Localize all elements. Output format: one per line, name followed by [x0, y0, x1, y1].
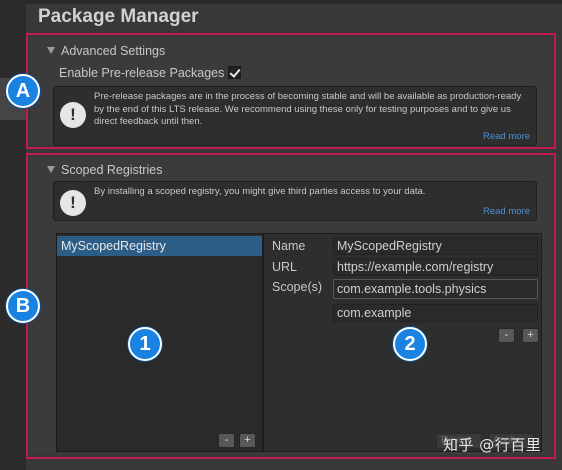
- prerelease-toggle-row: Enable Pre-release Packages: [59, 66, 242, 80]
- remove-registry-button[interactable]: -: [218, 433, 235, 448]
- prerelease-label: Enable Pre-release Packages: [59, 66, 225, 80]
- advanced-settings-foldout[interactable]: Advanced Settings: [47, 44, 165, 58]
- scopes-label: Scope(s): [272, 280, 323, 294]
- warning-icon: !: [60, 190, 86, 216]
- annotation-badge-a: A: [6, 74, 40, 108]
- annotation-badge-2: 2: [393, 327, 427, 361]
- scoped-registry-read-more-link[interactable]: Read more: [483, 206, 530, 217]
- url-field[interactable]: https://example.com/registry: [333, 258, 538, 276]
- prerelease-help-text: Pre-release packages are in the process …: [94, 91, 522, 127]
- scoped-registries-section: Scoped Registries ! By installing a scop…: [26, 153, 556, 459]
- registry-list-item[interactable]: MyScopedRegistry: [57, 236, 262, 256]
- scoped-registry-help-box: ! By installing a scoped registry, you m…: [53, 181, 537, 221]
- left-sidebar-strip: [0, 0, 26, 470]
- scope-field[interactable]: com.example.tools.physics: [333, 279, 538, 299]
- prerelease-read-more-link[interactable]: Read more: [483, 131, 530, 142]
- add-scope-button[interactable]: +: [522, 328, 539, 343]
- foldout-arrow-icon: [47, 166, 55, 173]
- advanced-settings-header: Advanced Settings: [61, 44, 166, 58]
- page-title: Package Manager: [38, 6, 199, 27]
- annotation-badge-1: 1: [128, 327, 162, 361]
- advanced-settings-section: Advanced Settings Enable Pre-release Pac…: [26, 33, 556, 149]
- name-field[interactable]: MyScopedRegistry: [333, 237, 538, 255]
- scoped-registries-header: Scoped Registries: [61, 163, 163, 177]
- name-label: Name: [272, 239, 306, 253]
- watermark: 知乎 @行百里: [443, 436, 542, 454]
- prerelease-help-box: ! Pre-release packages are in the proces…: [53, 86, 537, 146]
- prerelease-checkbox[interactable]: [228, 66, 242, 79]
- scoped-registry-help-text: By installing a scoped registry, you mig…: [94, 186, 426, 197]
- scoped-registries-foldout[interactable]: Scoped Registries: [47, 163, 162, 177]
- foldout-arrow-icon: [47, 47, 55, 54]
- warning-icon: !: [60, 102, 86, 128]
- top-edge: [26, 0, 562, 4]
- remove-scope-button[interactable]: -: [498, 328, 515, 343]
- add-registry-button[interactable]: +: [239, 433, 256, 448]
- annotation-badge-b: B: [6, 289, 40, 323]
- url-label: URL: [272, 260, 298, 274]
- scope-field[interactable]: com.example: [333, 304, 538, 322]
